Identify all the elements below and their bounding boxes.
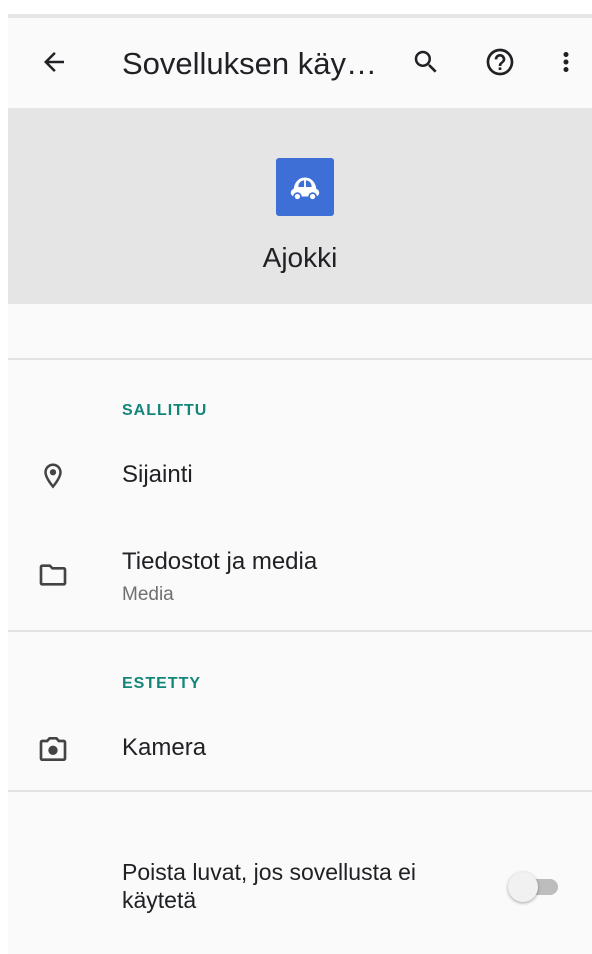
permission-item-camera[interactable]: Kamera bbox=[8, 712, 592, 788]
help-button[interactable] bbox=[476, 38, 524, 86]
section-label-denied: ESTETTY bbox=[122, 675, 202, 692]
location-pin-icon bbox=[34, 457, 72, 495]
arrow-back-icon bbox=[44, 52, 64, 72]
more-options-button[interactable] bbox=[542, 38, 590, 86]
auto-revoke-switch[interactable] bbox=[508, 872, 562, 902]
switch-thumb bbox=[508, 872, 538, 902]
divider bbox=[8, 790, 592, 792]
folder-icon bbox=[34, 556, 72, 594]
permission-item-files-media[interactable]: Tiedostot ja media Media bbox=[8, 534, 592, 630]
help-circle-icon bbox=[486, 48, 514, 76]
permission-label: Sijainti bbox=[122, 461, 193, 488]
permission-subtitle: Media bbox=[122, 584, 174, 605]
divider bbox=[8, 630, 592, 632]
permission-label: Kamera bbox=[122, 734, 207, 761]
more-vert-icon bbox=[563, 52, 569, 72]
search-icon bbox=[414, 50, 437, 73]
app-icon bbox=[276, 158, 334, 216]
permission-item-location[interactable]: Sijainti bbox=[8, 438, 592, 514]
car-icon bbox=[290, 177, 320, 201]
divider bbox=[8, 358, 592, 360]
permission-label: Tiedostot ja media bbox=[122, 548, 318, 575]
app-name: Ajokki bbox=[262, 242, 338, 273]
screen: Sovelluksen käy… Ajokki SALLITTU Sijaint… bbox=[8, 14, 592, 954]
app-header: Ajokki bbox=[8, 108, 592, 304]
back-button[interactable] bbox=[30, 38, 78, 86]
top-app-bar: Sovelluksen käy… bbox=[8, 14, 592, 108]
auto-revoke-label: Poista luvat, jos sovellusta ei käytetä bbox=[122, 859, 417, 913]
camera-icon bbox=[34, 730, 72, 768]
search-button[interactable] bbox=[402, 38, 450, 86]
page-title: Sovelluksen käy… bbox=[122, 46, 378, 81]
section-label-allowed: SALLITTU bbox=[122, 402, 208, 419]
